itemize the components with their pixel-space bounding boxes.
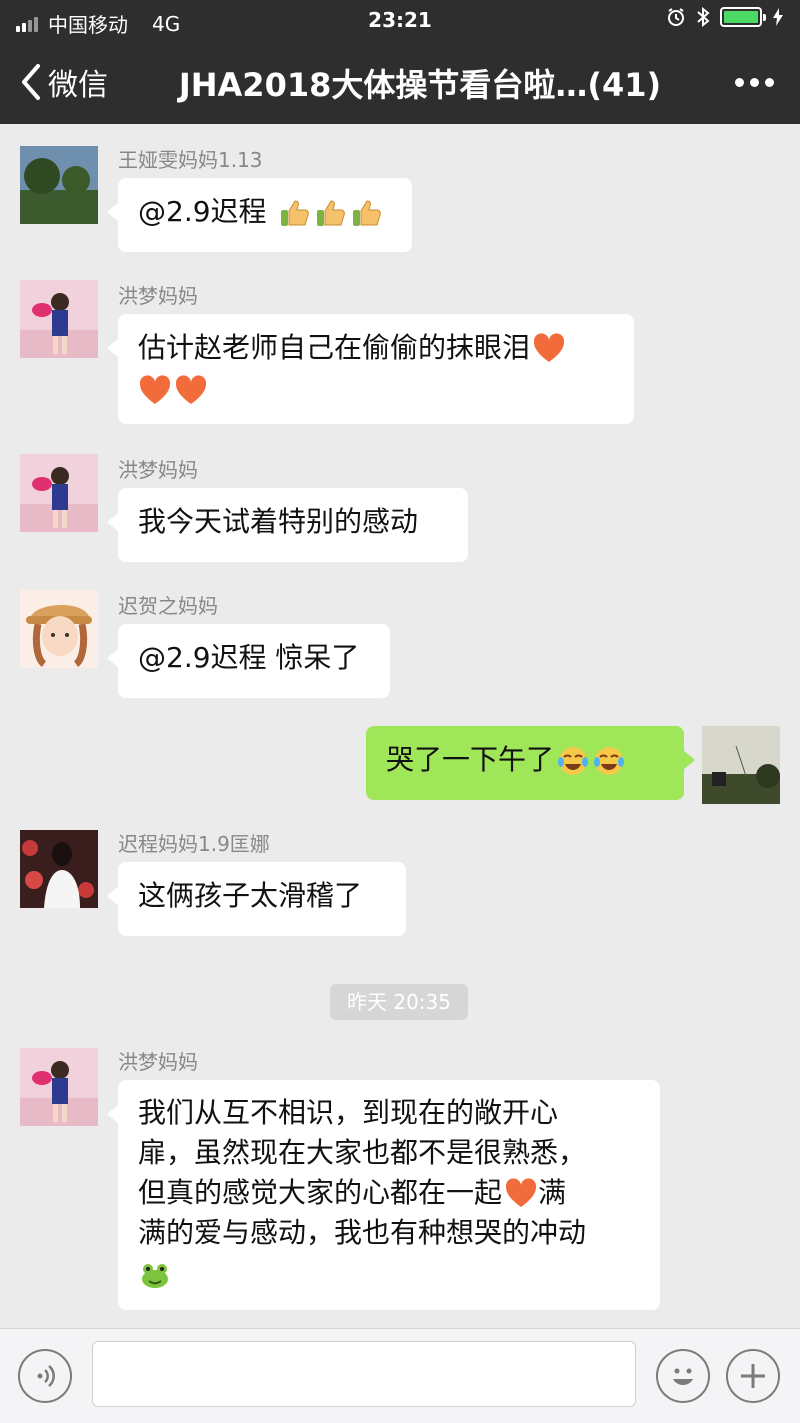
message-bubble[interactable]: @2.9迟程 惊呆了 xyxy=(107,624,390,698)
message-text: 我今天试着特别的感动 xyxy=(138,505,419,538)
sender-name: 洪梦妈妈 xyxy=(118,458,198,482)
time-stamp: 昨天 20:35 xyxy=(330,984,468,1020)
emoji-group xyxy=(275,195,383,228)
chevron-left-icon xyxy=(22,64,40,100)
battery-icon xyxy=(720,7,766,27)
frog-icon xyxy=(142,1264,168,1288)
thumbs-up-icon xyxy=(281,200,310,226)
alarm-icon xyxy=(668,8,684,26)
more-button[interactable] xyxy=(735,78,774,87)
message-text: @2.9迟程 xyxy=(138,195,267,228)
heart-icon xyxy=(533,333,565,362)
message-text: 哭了一下午了 xyxy=(386,743,555,776)
tears-of-joy-icon xyxy=(594,747,625,775)
message-bubble[interactable]: 我今天试着特别的感动 xyxy=(107,488,468,562)
tears-of-joy-icon xyxy=(558,747,589,775)
bluetooth-icon xyxy=(697,7,710,27)
message-text: 这俩孩子太滑稽了 xyxy=(138,879,363,912)
message-input[interactable] xyxy=(92,1341,636,1407)
sender-name: 迟程妈妈1.9匡娜 xyxy=(118,832,270,856)
avatar[interactable] xyxy=(20,590,98,668)
avatar[interactable] xyxy=(20,454,98,532)
heart-icon xyxy=(139,375,171,404)
sender-name: 王娅雯妈妈1.13 xyxy=(118,148,263,172)
message-bubble[interactable]: 我们从互不相识，到现在的敞开心 扉，虽然现在大家也都不是很熟悉， 但真的感觉大家… xyxy=(107,1080,660,1310)
chat-header: 微信 JHA2018大体操节看台啦…(41) xyxy=(0,40,800,124)
heart-icon xyxy=(175,375,207,404)
heart-icon xyxy=(505,1178,537,1207)
message-bubble[interactable]: 估计赵老师自己在偷偷的抹眼泪 xyxy=(107,314,634,424)
sender-name: 迟贺之妈妈 xyxy=(118,594,218,618)
message-text-line: 满的爱与感动，我也有种想哭的冲动 xyxy=(138,1216,587,1249)
message-text: @2.9迟程 惊呆了 xyxy=(138,641,360,674)
add-button[interactable] xyxy=(726,1349,780,1403)
emoji-icon xyxy=(673,1368,693,1385)
voice-icon xyxy=(37,1365,55,1387)
emoji-button[interactable] xyxy=(656,1349,710,1403)
message-bubble[interactable]: @2.9迟程 xyxy=(107,178,412,252)
message-list[interactable]: 王娅雯妈妈1.13 @2.9迟程 洪梦妈妈 估计赵老师自己在偷偷的抹眼泪 洪梦妈… xyxy=(0,124,800,1328)
status-right xyxy=(666,7,784,27)
input-toolbar xyxy=(0,1328,800,1423)
my-avatar[interactable] xyxy=(702,726,780,804)
plus-icon xyxy=(741,1364,765,1388)
message-text-line: 但真的感觉大家的心都在一起 xyxy=(138,1176,503,1209)
avatar[interactable] xyxy=(20,280,98,358)
avatar[interactable] xyxy=(20,1048,98,1126)
message-text: 估计赵老师自己在偷偷的抹眼泪 xyxy=(138,331,531,364)
back-button[interactable]: 微信 xyxy=(18,60,108,104)
thumbs-up-icon xyxy=(317,200,346,226)
message-text-line: 扉，虽然现在大家也都不是很熟悉， xyxy=(138,1136,587,1169)
message-bubble-outgoing[interactable]: 哭了一下午了 xyxy=(366,726,695,800)
back-label: 微信 xyxy=(48,68,108,103)
avatar[interactable] xyxy=(20,830,98,908)
more-dots-icon xyxy=(735,78,744,87)
message-text-line: 我们从互不相识，到现在的敞开心 xyxy=(138,1096,559,1129)
avatar[interactable] xyxy=(20,146,98,224)
status-bar: 中国移动 4G 23:21 xyxy=(0,0,800,40)
charging-icon xyxy=(773,8,783,26)
message-text-fragment: 满 xyxy=(538,1176,567,1209)
chat-title: JHA2018大体操节看台啦…(41) xyxy=(178,66,662,104)
message-bubble[interactable]: 这俩孩子太滑稽了 xyxy=(107,862,406,936)
thumbs-up-icon xyxy=(353,200,382,226)
sender-name: 洪梦妈妈 xyxy=(118,1050,198,1074)
voice-button[interactable] xyxy=(18,1349,72,1403)
sender-name: 洪梦妈妈 xyxy=(118,284,198,308)
